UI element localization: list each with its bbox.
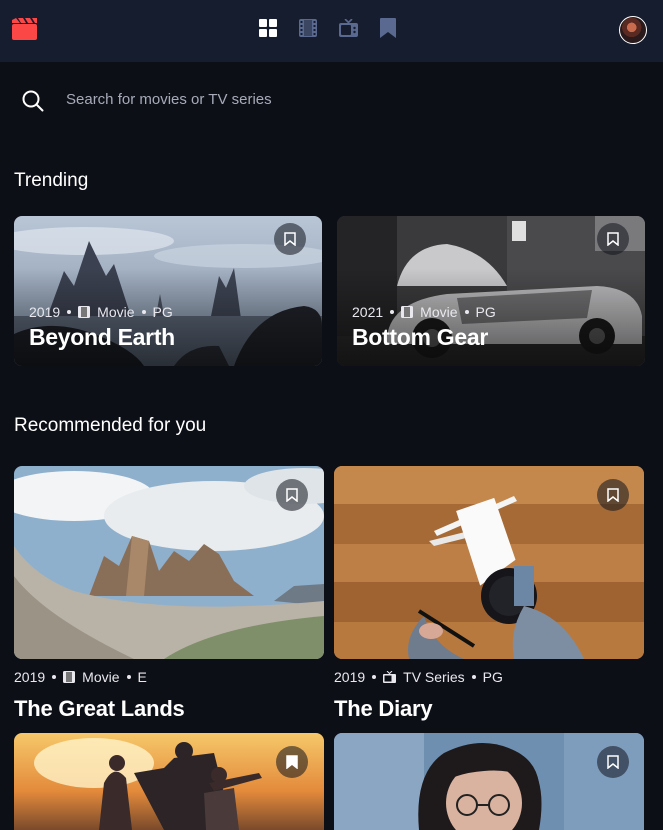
movie-category-icon <box>63 671 76 683</box>
card-category: TV Series <box>403 669 465 685</box>
bookmark-nav-icon <box>380 18 396 38</box>
card-title: Bottom Gear <box>352 324 488 350</box>
top-nav-bar <box>0 0 663 62</box>
nav-tv-series-button[interactable] <box>338 18 358 38</box>
separator-dot <box>390 310 395 314</box>
card-rating: E <box>137 669 147 685</box>
trending-heading: Trending <box>14 170 89 191</box>
separator-dot <box>126 675 131 679</box>
card-year: 2021 <box>352 304 384 320</box>
card-meta: 2021 Movie PG <box>352 304 496 320</box>
trending-card[interactable]: 2021 Movie PG Bottom Gear <box>337 216 645 366</box>
card-meta: 2019 TV Series PG <box>334 669 503 685</box>
movie-category-icon <box>78 306 91 318</box>
card-thumbnail <box>14 733 324 830</box>
card-year: 2019 <box>29 304 61 320</box>
card-rating: PG <box>482 669 503 685</box>
tv-category-icon <box>383 671 397 683</box>
nav-home-button[interactable] <box>258 18 278 38</box>
card-title: Beyond Earth <box>29 324 175 350</box>
card-rating: PG <box>475 304 496 320</box>
separator-dot <box>141 310 146 314</box>
bookmark-button[interactable] <box>276 479 308 511</box>
search-icon <box>22 90 44 112</box>
card-rating: PG <box>152 304 173 320</box>
bookmark-button[interactable] <box>597 746 629 778</box>
bookmark-button[interactable] <box>597 479 629 511</box>
recommended-card-thumbnail[interactable] <box>334 733 644 830</box>
card-meta: 2019 Movie PG <box>29 304 173 320</box>
trending-card[interactable]: 2019 Movie PG Beyond Earth <box>14 216 322 366</box>
movies-film-icon <box>299 19 317 37</box>
card-title[interactable]: The Great Lands <box>14 696 185 722</box>
recommended-heading: Recommended for you <box>14 415 207 436</box>
bookmark-button[interactable] <box>274 223 306 255</box>
nav-bookmarks-button[interactable] <box>378 18 398 38</box>
search-input[interactable] <box>66 86 626 112</box>
bookmark-button[interactable] <box>597 223 629 255</box>
user-avatar[interactable] <box>619 16 647 44</box>
card-category: Movie <box>82 669 120 685</box>
bookmark-icon <box>607 755 619 769</box>
bookmark-icon <box>286 488 298 502</box>
card-category: Movie <box>97 304 135 320</box>
separator-dot <box>471 675 476 679</box>
tv-series-icon <box>338 19 358 37</box>
home-grid-icon <box>259 19 277 37</box>
bookmark-icon <box>607 232 619 246</box>
bookmark-button[interactable] <box>276 746 308 778</box>
card-category: Movie <box>420 304 458 320</box>
card-meta: 2019 Movie E <box>14 669 147 685</box>
card-title[interactable]: The Diary <box>334 696 433 722</box>
separator-dot <box>464 310 469 314</box>
card-year: 2019 <box>14 669 46 685</box>
bookmark-icon <box>284 232 296 246</box>
separator-dot <box>67 310 72 314</box>
movie-clapper-icon[interactable] <box>12 18 37 40</box>
movie-category-icon <box>401 306 414 318</box>
search-bar <box>0 62 663 138</box>
bookmark-icon <box>607 488 619 502</box>
recommended-card-thumbnail[interactable] <box>14 733 324 830</box>
nav-movies-button[interactable] <box>298 18 318 38</box>
card-year: 2019 <box>334 669 366 685</box>
separator-dot <box>52 675 57 679</box>
separator-dot <box>372 675 377 679</box>
bookmark-icon <box>286 755 298 769</box>
card-thumbnail <box>334 733 644 830</box>
